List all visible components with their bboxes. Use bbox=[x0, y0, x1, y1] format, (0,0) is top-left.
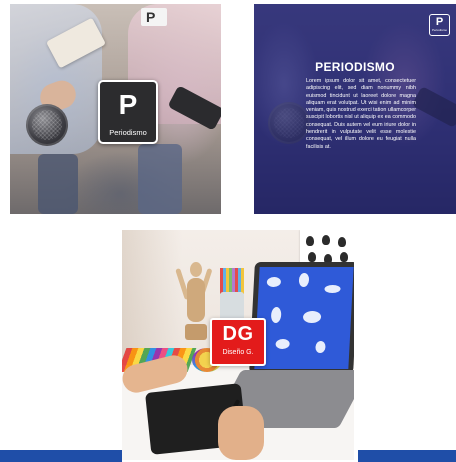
diseno-grafico-badge[interactable]: DG Diseño G. bbox=[210, 318, 266, 366]
wooden-manikin-image bbox=[175, 262, 213, 342]
photo-jeans-left bbox=[38, 154, 78, 214]
microphone-icon bbox=[26, 104, 68, 146]
periodismo-badge-glyph: P bbox=[118, 89, 138, 120]
periodismo-logo-icon: P Periodismo bbox=[429, 14, 450, 36]
accent-bar-right bbox=[358, 450, 456, 462]
logo-caption: Periodismo bbox=[431, 28, 447, 32]
illustration-artwork bbox=[254, 267, 354, 369]
periodismo-badge-caption: Periodismo bbox=[109, 128, 147, 137]
periodismo-badge[interactable]: P Periodismo bbox=[98, 80, 158, 144]
hand-right-image bbox=[218, 406, 264, 460]
dg-badge-caption: Diseño G. bbox=[222, 349, 254, 356]
dg-badge-glyph: DG bbox=[222, 323, 254, 345]
diseno-grafico-card[interactable]: DG Diseño G. bbox=[122, 230, 354, 460]
card-body-text: Lorem ipsum dolor sit amet, consectetuer… bbox=[306, 78, 416, 150]
periodismo-info-card[interactable]: P Periodismo PERIODISMO Lorem ipsum dolo… bbox=[254, 4, 456, 214]
press-id-glyph: P bbox=[146, 9, 156, 25]
photo-jeans-right bbox=[138, 144, 182, 214]
color-pencils-image bbox=[220, 268, 244, 294]
card-title: PERIODISMO bbox=[315, 60, 395, 74]
logo-glyph: P bbox=[435, 16, 444, 28]
press-id-card: P bbox=[141, 8, 167, 26]
periodismo-photo-card[interactable]: P P Periodismo bbox=[10, 4, 221, 214]
page: P P Periodismo P Periodismo PERIODISMO L… bbox=[0, 0, 456, 462]
accent-bar-left bbox=[0, 450, 122, 462]
